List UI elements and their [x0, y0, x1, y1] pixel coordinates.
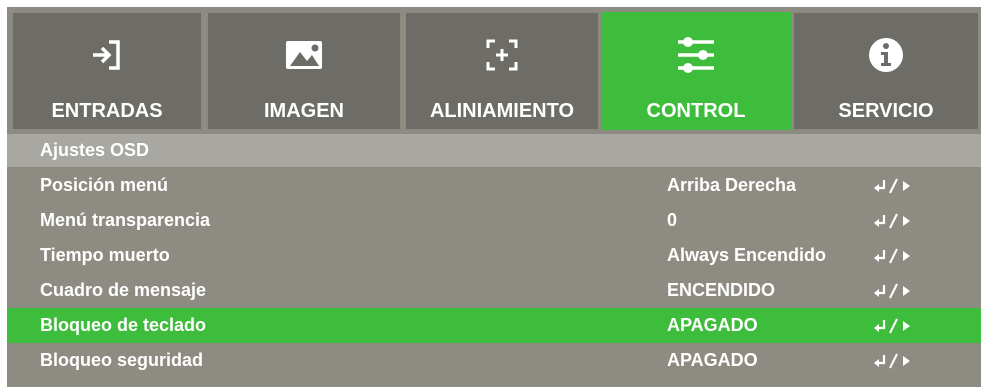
input-icon	[93, 40, 120, 70]
tab-label: CONTROL	[646, 100, 746, 122]
row-label: Tiempo muerto	[40, 245, 170, 265]
row-label: Posición menú	[40, 175, 169, 195]
section-header: Ajustes OSD	[7, 134, 981, 167]
enter-arrow-icon	[874, 213, 910, 229]
tab-label: SERVICIO	[838, 100, 934, 122]
tab-label: ENTRADAS	[51, 100, 163, 122]
menu-row-posicion-menu[interactable]: Posición menú Arriba Derecha	[7, 168, 981, 203]
tab-imagen[interactable]: IMAGEN	[207, 12, 401, 130]
enter-arrow-icon	[874, 318, 910, 334]
tab-servicio[interactable]: SERVICIO	[793, 12, 979, 130]
menu-row-tiempo-muerto[interactable]: Tiempo muerto Always Encendido	[7, 238, 981, 273]
enter-arrow-icon	[874, 178, 910, 194]
tab-bar: ENTRADAS IMAGEN ALINIAMIENTO CONTROL SER…	[7, 7, 981, 130]
tab-entradas[interactable]: ENTRADAS	[12, 12, 202, 130]
tab-control[interactable]: CONTROL	[601, 12, 791, 130]
row-value: 0	[667, 210, 678, 230]
tab-aliniamiento[interactable]: ALINIAMIENTO	[405, 12, 599, 130]
enter-arrow-icon	[874, 353, 910, 369]
menu-row-cuadro-de-mensaje[interactable]: Cuadro de mensaje ENCENDIDO	[7, 273, 981, 308]
row-value: Arriba Derecha	[667, 175, 797, 195]
row-label: Menú transparencia	[40, 210, 211, 230]
row-value: APAGADO	[667, 350, 758, 370]
enter-arrow-icon	[874, 283, 910, 299]
row-label: Bloqueo de teclado	[40, 315, 207, 335]
tab-label: IMAGEN	[264, 100, 344, 122]
row-value: Always Encendido	[667, 245, 827, 265]
info-icon	[869, 38, 903, 72]
row-label: Cuadro de mensaje	[40, 280, 207, 300]
image-icon	[286, 41, 322, 69]
osd-menu: ENTRADAS IMAGEN ALINIAMIENTO CONTROL SER…	[7, 7, 981, 387]
menu-row-bloqueo-de-teclado[interactable]: Bloqueo de teclado APAGADO	[7, 308, 981, 343]
tab-label: ALINIAMIENTO	[429, 100, 575, 122]
section-title: Ajustes OSD	[40, 140, 150, 160]
sliders-icon	[678, 37, 714, 73]
enter-arrow-icon	[874, 248, 910, 264]
row-label: Bloqueo seguridad	[40, 350, 204, 370]
menu-row-bloqueo-seguridad[interactable]: Bloqueo seguridad APAGADO	[7, 343, 981, 378]
menu-row-menu-transparencia[interactable]: Menú transparencia 0	[7, 203, 981, 238]
row-value: APAGADO	[667, 315, 758, 335]
alignment-icon	[486, 39, 518, 71]
menu-bottom-edge	[7, 381, 981, 387]
row-value: ENCENDIDO	[667, 280, 776, 300]
